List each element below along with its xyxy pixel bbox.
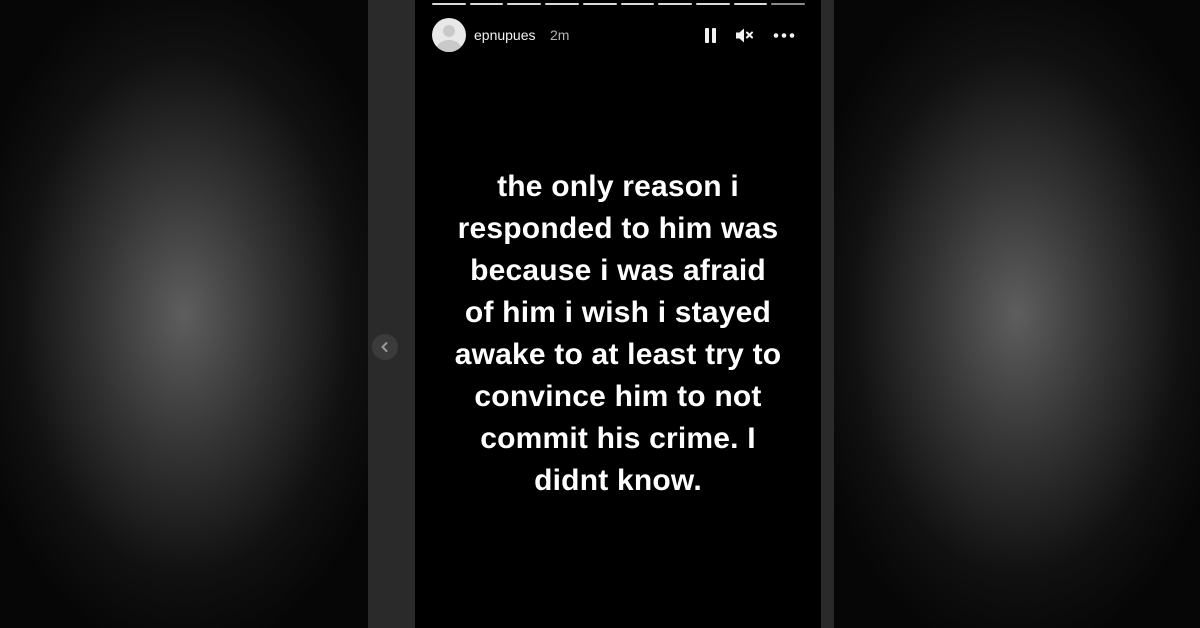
story-text-line: responded to him was [457,212,779,245]
progress-segment [545,3,579,5]
blurred-backdrop-right [834,0,1200,628]
progress-segment [771,3,806,5]
progress-segment [469,3,504,5]
username[interactable]: epnupues [474,27,536,43]
pause-icon[interactable] [704,28,718,43]
progress-segment [620,3,655,5]
progress-segment [658,3,692,5]
progress-segment [432,3,466,5]
progress-segment [733,3,768,5]
previous-story-button[interactable] [372,334,398,360]
story-text-line: convince him to not [474,380,762,413]
story-text-line: of him i wish i stayed [464,296,772,329]
speaker-muted-icon[interactable] [735,27,755,44]
story-text-line: didnt know. [534,464,702,497]
progress-segment [507,3,542,5]
progress-segment [695,3,730,5]
more-options-icon[interactable] [773,27,795,44]
progress-segment [582,3,617,5]
story-text: the only reason i responded to him was b… [420,166,816,502]
story-text-line: because i was afraid [470,254,766,287]
blurred-backdrop-left [0,0,368,628]
chevron-left-icon [381,342,388,352]
story-text-line: the only reason i [497,170,739,203]
story-viewer: epnupues 2m the only reason i responded … [0,0,1200,628]
story-timestamp: 2m [550,27,570,43]
story-progress-bar [432,3,806,6]
story-text-line: commit his crime. I [480,422,756,455]
avatar[interactable] [432,18,466,52]
story-header: epnupues 2m [432,18,802,54]
story-text-line: awake to at least try to [454,338,782,371]
